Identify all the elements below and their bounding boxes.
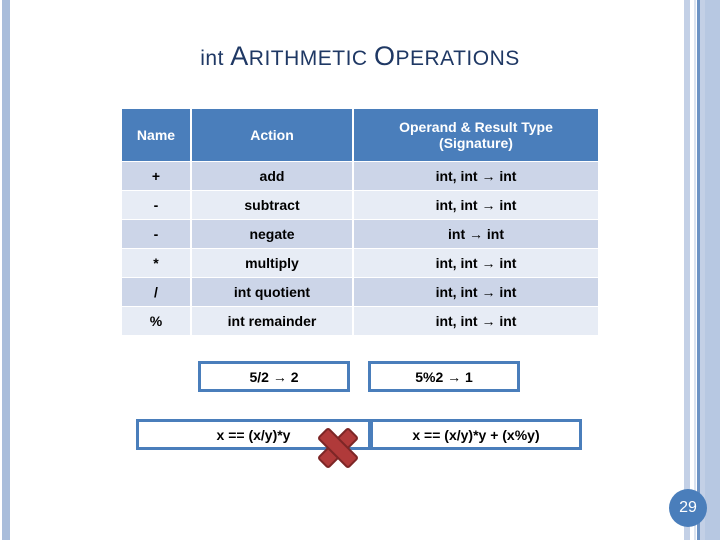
decorative-stripe-left [2, 0, 10, 540]
page-number-badge: 29 [669, 489, 707, 527]
callout-modulus-example: 5%2 → 1 [368, 361, 520, 392]
cell-operator-action: int remainder [192, 307, 352, 335]
table-row: + add int, int → int [122, 162, 598, 190]
table-header: Name Action Operand & Result Type (Signa… [122, 109, 598, 161]
table-row: * multiply int, int → int [122, 249, 598, 277]
cell-operator-signature: int → int [354, 220, 598, 248]
cell-operator-name: % [122, 307, 190, 335]
column-header-signature-line2: (Signature) [439, 135, 513, 151]
cell-operator-name: / [122, 278, 190, 306]
decorative-stripe-right-2 [694, 0, 696, 540]
cell-operator-name: - [122, 191, 190, 219]
title-prefix: int [200, 47, 224, 70]
cell-operator-signature: int, int → int [354, 191, 598, 219]
cell-operator-name: - [122, 220, 190, 248]
column-header-signature-line1: Operand & Result Type [399, 119, 553, 135]
cell-operator-action: multiply [192, 249, 352, 277]
table-row: % int remainder int, int → int [122, 307, 598, 335]
title-word2-cap: O [373, 41, 396, 71]
cell-operator-action: subtract [192, 191, 352, 219]
cell-operator-name: * [122, 249, 190, 277]
table-row: - subtract int, int → int [122, 191, 598, 219]
cell-operator-signature: int, int → int [354, 249, 598, 277]
cell-operator-signature: int, int → int [354, 162, 598, 190]
cell-operator-signature: int, int → int [354, 307, 598, 335]
cell-operator-action: negate [192, 220, 352, 248]
table-row: - negate int → int [122, 220, 598, 248]
title-word1-rest: RITHMETIC [248, 47, 368, 70]
red-x-icon [313, 423, 363, 473]
callout-division-example: 5/2 → 2 [198, 361, 350, 392]
decorative-stripe-right-1 [684, 0, 690, 540]
decorative-stripe-right-5 [705, 0, 720, 540]
cell-operator-signature: int, int → int [354, 278, 598, 306]
callout-identity-correct: x == (x/y)*y + (x%y) [370, 419, 582, 450]
table-body: + add int, int → int - subtract int, int… [122, 162, 598, 335]
cell-operator-action: add [192, 162, 352, 190]
column-header-signature: Operand & Result Type (Signature) [354, 109, 598, 161]
cell-operator-action: int quotient [192, 278, 352, 306]
arithmetic-operations-table: Name Action Operand & Result Type (Signa… [120, 108, 600, 336]
title-word1-cap: A [230, 41, 249, 71]
title-word2-rest: PERATIONS [395, 47, 520, 70]
table-header-row: Name Action Operand & Result Type (Signa… [122, 109, 598, 161]
page-title: int ARITHMETIC OPERATIONS [0, 41, 720, 72]
column-header-name: Name [122, 109, 190, 161]
table-row: / int quotient int, int → int [122, 278, 598, 306]
cell-operator-name: + [122, 162, 190, 190]
column-header-action: Action [192, 109, 352, 161]
slide-canvas: int ARITHMETIC OPERATIONS Name Action Op… [0, 0, 720, 540]
